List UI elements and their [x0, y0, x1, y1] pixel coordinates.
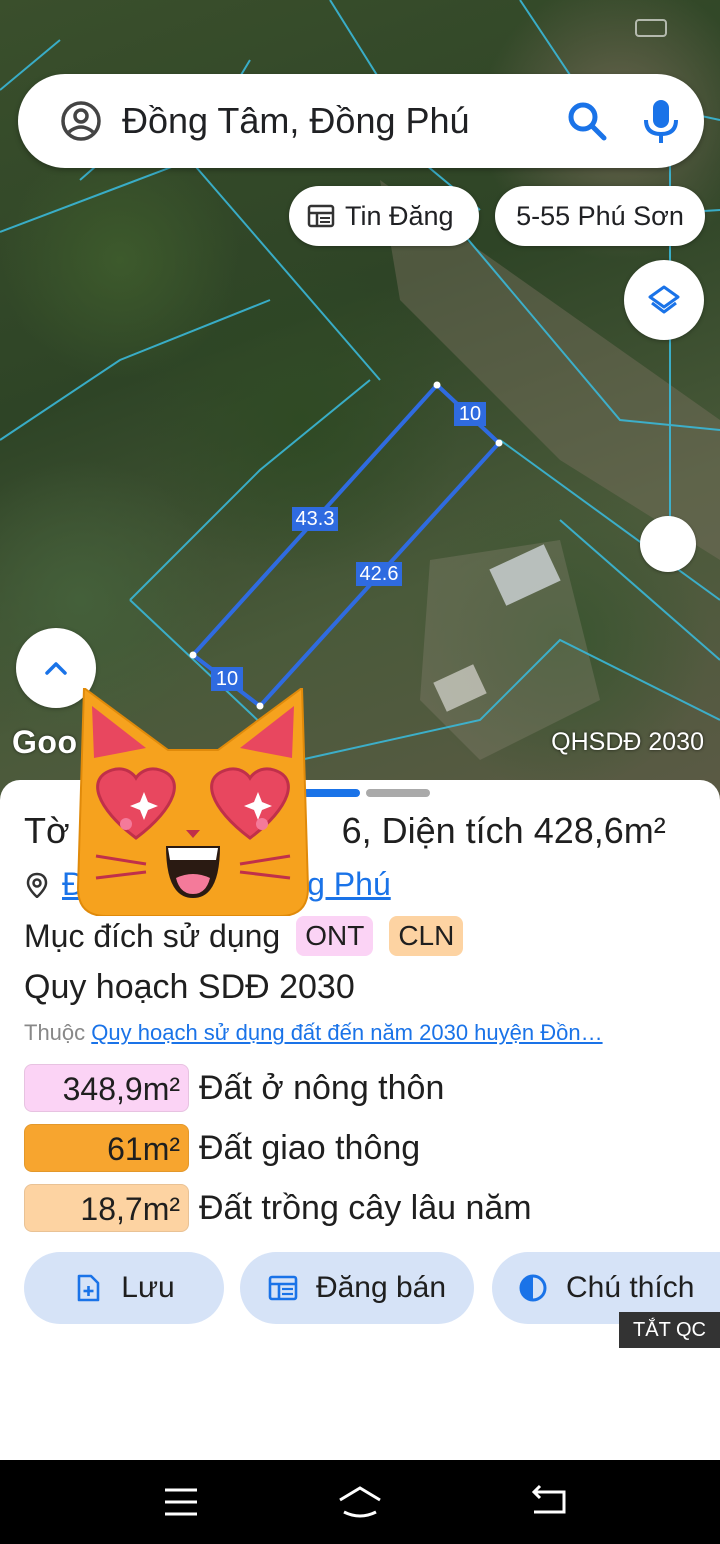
search-query[interactable]: Đồng Tâm, Đồng Phú — [122, 96, 470, 146]
area-name: Đất trồng cây lâu năm — [199, 1188, 532, 1227]
area-row: 348,9m² Đất ở nông thôn — [24, 1064, 444, 1112]
purpose-row: Mục đích sử dụng ONT CLN — [24, 916, 464, 956]
parcel-title-left: Tờ — [24, 810, 70, 851]
area-value: 348,9m² — [24, 1064, 189, 1112]
save-button[interactable]: Lưu — [24, 1252, 224, 1324]
layers-icon — [648, 285, 680, 314]
area-row: 61m² Đất giao thông — [24, 1124, 420, 1172]
sheet-tab-indicator-inactive[interactable] — [366, 789, 430, 797]
parcel-title-right: 6, Diện tích 428,6m² — [341, 810, 666, 851]
news-chip-label: Tin Đăng — [345, 200, 454, 231]
location-pin-icon — [26, 872, 48, 898]
area-value: 61m² — [24, 1124, 189, 1172]
edge-label-top: 10 — [454, 402, 486, 426]
plan-title: Quy hoạch SDĐ 2030 — [24, 968, 355, 1006]
cat-mascot-sticker[interactable] — [76, 688, 310, 916]
purpose-label: Mục đích sử dụng — [24, 917, 281, 954]
search-bar[interactable]: Đồng Tâm, Đồng Phú — [18, 74, 704, 168]
system-nav-bar — [0, 1460, 720, 1544]
belongs-prefix: Thuộc — [24, 1020, 86, 1045]
account-icon[interactable] — [60, 100, 102, 142]
chevron-up-icon — [45, 662, 67, 675]
listing-icon — [268, 1275, 298, 1301]
address-link-right[interactable]: g Phú — [307, 866, 391, 903]
news-icon — [307, 204, 335, 228]
land-tag-cln: CLN — [389, 916, 464, 956]
land-tag-ont: ONT — [296, 916, 374, 956]
layers-button[interactable] — [624, 260, 704, 340]
area-name: Đất giao thông — [199, 1128, 421, 1167]
post-sale-button[interactable]: Đăng bán — [240, 1252, 474, 1324]
save-file-icon — [77, 1274, 100, 1302]
post-sale-label: Đăng bán — [315, 1271, 447, 1304]
contrast-icon — [519, 1274, 547, 1302]
area-name: Đất ở nông thôn — [199, 1068, 445, 1107]
edge-label-left: 43.3 — [292, 507, 338, 531]
news-chip[interactable]: Tin Đăng — [289, 186, 479, 246]
ad-off-button[interactable]: TẮT QC — [619, 1312, 720, 1348]
search-icon[interactable] — [564, 98, 610, 144]
back-icon[interactable] — [526, 1480, 574, 1524]
save-label: Lưu — [121, 1271, 175, 1304]
plan-link[interactable]: Quy hoạch sử dụng đất đến năm 2030 huyện… — [91, 1020, 602, 1045]
status-bar — [635, 19, 667, 37]
area-row: 18,7m² Đất trồng cây lâu năm — [24, 1184, 532, 1232]
belongs-row: Thuộc Quy hoạch sử dụng đất đến năm 2030… — [24, 1020, 714, 1046]
google-logo: Goo — [12, 724, 78, 760]
place-chip[interactable]: 5-55 Phú Sơn — [495, 186, 705, 246]
map-layer-label: QHSDĐ 2030 — [551, 728, 704, 756]
mic-icon[interactable] — [638, 96, 684, 146]
edge-label-right: 42.6 — [356, 562, 402, 586]
area-value: 18,7m² — [24, 1184, 189, 1232]
menu-icon[interactable] — [157, 1480, 205, 1524]
legend-label: Chú thích — [566, 1271, 695, 1304]
place-chip-label: 5-55 Phú Sơn — [516, 200, 684, 231]
map-handle[interactable] — [640, 516, 696, 572]
home-icon[interactable] — [336, 1480, 384, 1524]
